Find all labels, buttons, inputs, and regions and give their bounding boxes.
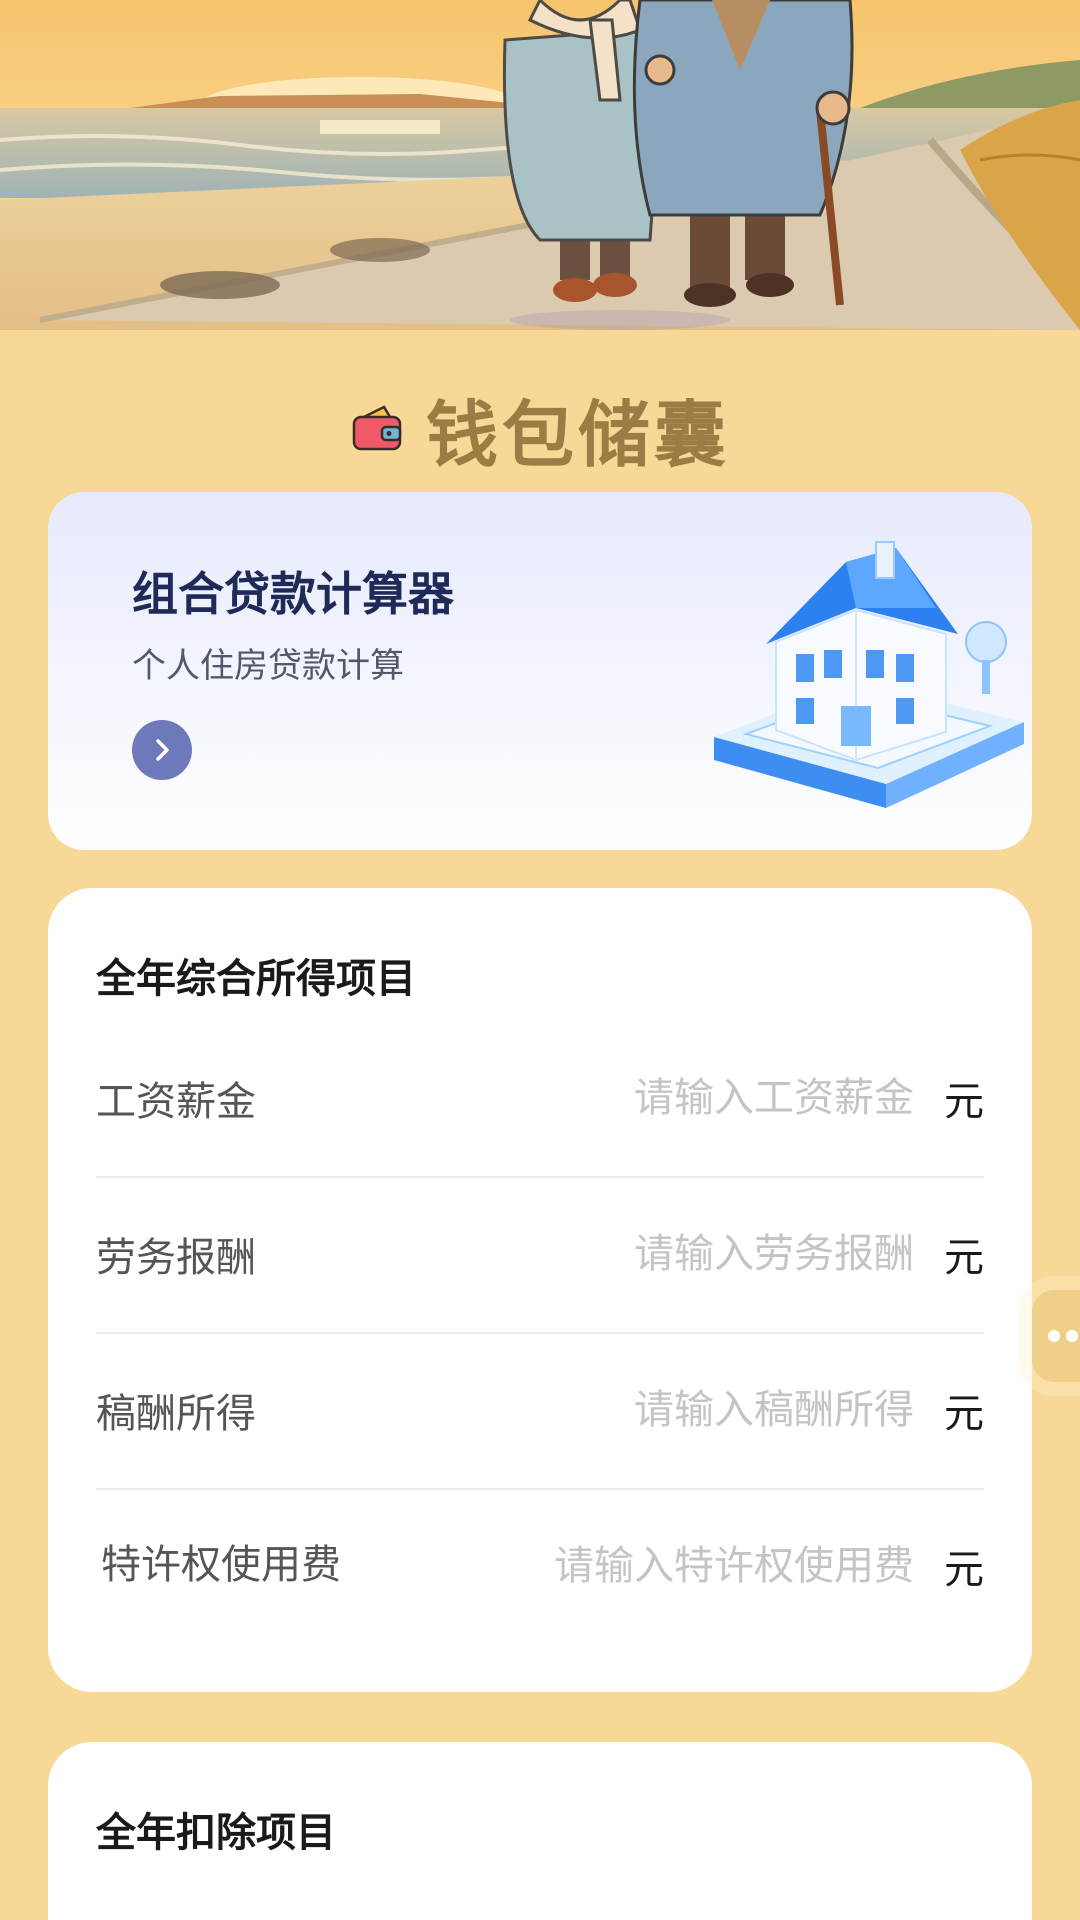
loan-card-subtitle: 个人住房贷款计算 [132, 646, 404, 686]
labor-remuneration-unit: 元 [944, 1235, 984, 1281]
form-row-labor-remuneration: 劳务报酬 元 [96, 1176, 984, 1334]
dot-icon [1048, 1330, 1060, 1342]
loan-card-title: 组合贷款计算器 [132, 567, 454, 621]
hero-illustration [0, 0, 1080, 330]
hero-banner [0, 0, 1080, 330]
labor-remuneration-input[interactable] [336, 1231, 940, 1277]
form-row-salary: 工资薪金 元 [96, 1020, 984, 1178]
chevron-right-icon [156, 739, 169, 761]
royalty-input[interactable] [346, 1543, 940, 1589]
author-remuneration-input[interactable] [336, 1387, 940, 1433]
house-icon [714, 541, 1024, 808]
form-row-author-remuneration: 稿酬所得 元 [96, 1332, 984, 1490]
income-items-card: 全年综合所得项目 工资薪金 元 劳务报酬 元 稿酬所得 元 特许权使用费 元 [48, 888, 1032, 1692]
salary-unit: 元 [944, 1079, 984, 1125]
loan-card-open-button[interactable] [132, 720, 192, 780]
dot-icon [1066, 1330, 1078, 1342]
floating-assistant-handle[interactable] [1032, 1290, 1080, 1382]
royalty-unit: 元 [944, 1547, 984, 1593]
salary-input[interactable] [336, 1075, 940, 1121]
salary-label: 工资薪金 [96, 1079, 256, 1125]
form-row-royalty: 特许权使用费 元 [96, 1488, 984, 1644]
page-title: 钱包储囊 [425, 392, 730, 477]
labor-remuneration-label: 劳务报酬 [96, 1235, 256, 1281]
page-header: 钱包储囊 [0, 378, 1080, 478]
loan-calculator-card[interactable]: 组合贷款计算器 个人住房贷款计算 [48, 492, 1032, 850]
deduction-section-title: 全年扣除项目 [96, 1810, 336, 1856]
income-section-title: 全年综合所得项目 [96, 956, 416, 1002]
author-remuneration-label: 稿酬所得 [96, 1391, 256, 1437]
wallet-icon [352, 405, 402, 451]
deduction-items-card: 全年扣除项目 [48, 1742, 1032, 1920]
app-screen: 钱包储囊 组合贷款计算器 个人住房贷款计算 全年综合所得项目 工资薪金 请输入工… [0, 0, 1080, 1920]
royalty-label: 特许权使用费 [101, 1542, 341, 1589]
author-remuneration-unit: 元 [944, 1391, 984, 1437]
